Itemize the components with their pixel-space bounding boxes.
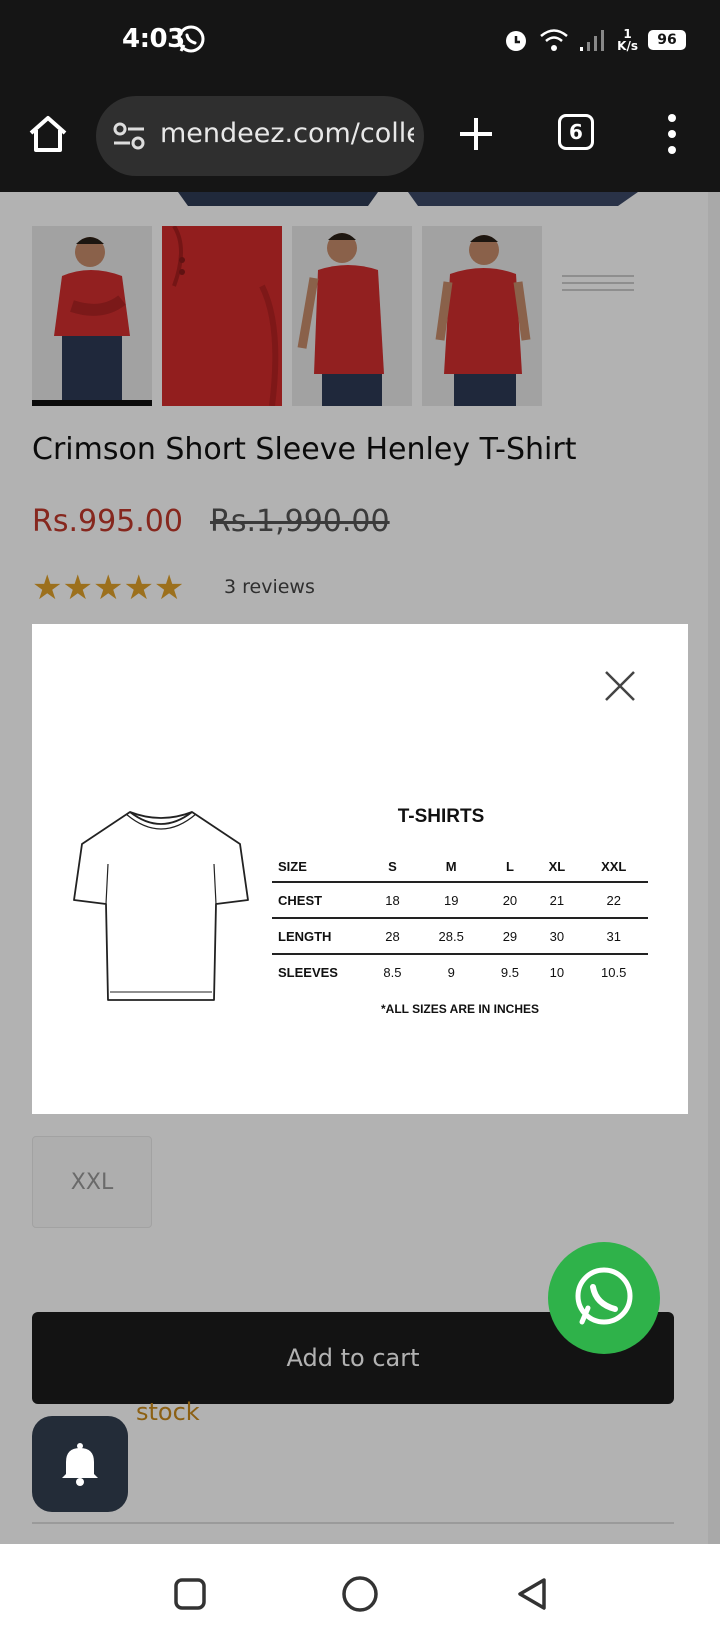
table-cell: 19 [416,882,486,919]
recents-icon[interactable] [170,1574,210,1614]
column-header: S [368,852,417,883]
signal-icon [580,30,605,51]
size-chart-modal: T-SHIRTS SIZE S M L XL XXL CHEST 18 19 2… [32,624,688,1114]
size-chart-note: *ALL SIZES ARE IN INCHES [380,1002,540,1016]
table-cell: 29 [485,918,535,955]
back-icon[interactable] [512,1574,552,1614]
browser-toolbar: mendeez.com/collec 6 [0,84,720,192]
tshirt-icon [73,811,249,1001]
table-cell: 9.5 [500,965,519,980]
table-cell: 31 [579,918,648,955]
column-header: SIZE [272,852,368,883]
battery-indicator: 96 [648,30,686,50]
table-cell: 10 [549,965,565,980]
table-cell: 18 [368,882,417,919]
tabs-button[interactable]: 6 [558,114,594,150]
table-cell: SLEEVES [278,965,338,980]
table-cell: 30 [534,918,580,955]
table-cell: 22 [579,882,648,919]
bell-icon [62,1443,98,1486]
whatsapp-chat-button[interactable] [548,1242,660,1354]
table-header-row: SIZE S M L XL XXL [272,852,648,883]
tune-icon[interactable] [112,120,146,152]
size-chart-table: SIZE S M L XL XXL CHEST 18 19 20 21 22 L… [272,852,648,990]
table-cell: 28.5 [416,918,486,955]
table-row: CHEST 18 19 20 21 22 [272,882,648,919]
net-speed: 1 K/s [617,28,638,52]
table-cell: 10.5 [601,965,627,980]
address-bar[interactable]: mendeez.com/collec [96,96,424,176]
table-cell: LENGTH [272,918,368,955]
plus-icon[interactable] [456,114,496,154]
wifi-icon [540,29,568,51]
notification-bell-button[interactable] [32,1416,128,1512]
size-chart-title: T-SHIRTS [397,806,485,827]
url-text[interactable]: mendeez.com/collec [160,118,414,154]
close-icon[interactable] [602,668,638,704]
system-nav-bar [0,1544,720,1640]
table-cell: 28 [368,918,417,955]
status-bar: 4:03 1 K/s 96 [0,0,720,84]
home-circle-icon[interactable] [340,1574,380,1614]
alarm-icon [506,31,527,51]
column-header: M [416,852,486,883]
column-header: XL [534,852,580,883]
scrollbar[interactable] [708,192,720,1544]
table-cell: 8.5 [383,965,402,980]
table-cell: 21 [534,882,580,919]
table-cell: 20 [485,882,535,919]
whatsapp-icon [575,1267,633,1325]
column-header: XXL [579,852,648,883]
more-vert-icon[interactable] [660,112,684,156]
whatsapp-notification-icon [177,25,205,53]
home-icon[interactable] [26,112,70,156]
table-cell: CHEST [272,882,368,919]
net-speed-unit: K/s [617,39,638,53]
column-header: L [485,852,535,883]
table-row: LENGTH 28 28.5 29 30 31 [272,918,648,955]
status-icons: 1 K/s 96 [503,24,686,56]
table-row: SLEEVES 8.5 9 9.5 10 10.5 [272,954,648,990]
table-cell: 9 [447,965,455,980]
